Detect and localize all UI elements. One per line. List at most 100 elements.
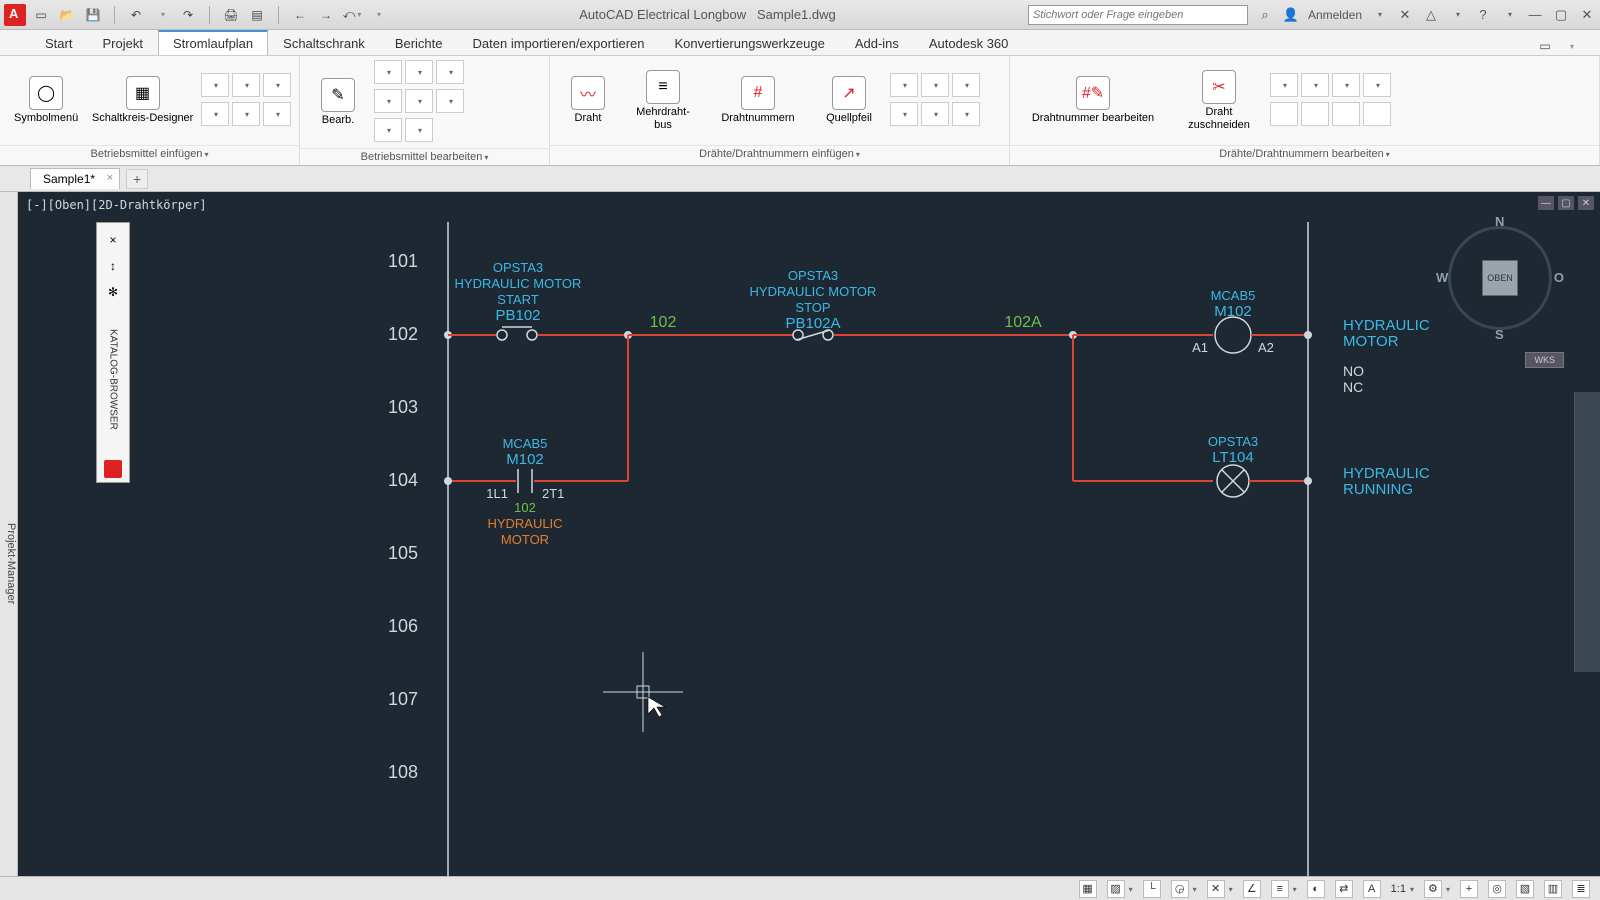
ew-s6[interactable] xyxy=(1301,102,1329,126)
edit-s7[interactable] xyxy=(374,118,402,142)
ew-s3[interactable] xyxy=(1332,73,1360,97)
edit-wirenumber-button[interactable]: #✎Drahtnummer bearbeiten xyxy=(1018,63,1168,139)
edit-s1[interactable] xyxy=(374,60,402,84)
polar-dropdown[interactable] xyxy=(1191,883,1197,895)
ew-s7[interactable] xyxy=(1332,102,1360,126)
doc-tab-close-icon[interactable]: × xyxy=(107,172,113,184)
ortho-icon[interactable]: └ xyxy=(1143,880,1161,898)
edit-s8[interactable] xyxy=(405,118,433,142)
panel-wires-title[interactable]: Drähte/Drahtnummern einfügen xyxy=(550,145,1009,165)
signin-link[interactable]: Anmelden xyxy=(1308,8,1362,22)
isolate-icon[interactable]: ◎ xyxy=(1488,880,1506,898)
doc-tab-sample1[interactable]: Sample1* × xyxy=(30,168,120,189)
qat-more[interactable] xyxy=(369,6,387,24)
a360-icon[interactable]: △ xyxy=(1422,6,1440,24)
new-icon[interactable]: ▭ xyxy=(32,6,50,24)
ins-btn-2[interactable] xyxy=(232,73,260,97)
trim-wire-button[interactable]: ✂Draht zuschneiden xyxy=(1174,63,1264,139)
minimize-icon[interactable]: — xyxy=(1526,6,1544,24)
panel-vis-dropdown[interactable] xyxy=(1562,37,1580,55)
wire-s5[interactable] xyxy=(921,102,949,126)
schematic-svg[interactable]: 101 102 103 104 105 106 107 108 OPSTA3 H… xyxy=(18,192,1600,876)
ew-s8[interactable] xyxy=(1363,102,1391,126)
batch-icon[interactable]: ▤ xyxy=(248,6,266,24)
edit-button[interactable]: ✎ Bearb. xyxy=(308,64,368,140)
ew-s4[interactable] xyxy=(1363,73,1391,97)
edit-s4[interactable] xyxy=(374,89,402,113)
user-icon[interactable]: 👤 xyxy=(1282,6,1300,24)
save-icon[interactable]: 💾 xyxy=(84,6,102,24)
ins-btn-5[interactable] xyxy=(232,102,260,126)
ins-btn-4[interactable] xyxy=(201,102,229,126)
edit-s5[interactable] xyxy=(405,89,433,113)
edit-s2[interactable] xyxy=(405,60,433,84)
prev-icon[interactable]: ← xyxy=(291,6,309,24)
exchange-icon[interactable]: ✕ xyxy=(1396,6,1414,24)
hardware-icon[interactable]: ▧ xyxy=(1516,880,1534,898)
tab-start[interactable]: Start xyxy=(30,31,87,55)
circuit-designer-button[interactable]: ▦ Schaltkreis-Designer xyxy=(90,63,195,139)
tab-addins[interactable]: Add-ins xyxy=(840,31,914,55)
transparency-icon[interactable]: ◐ xyxy=(1307,880,1325,898)
edit-s6[interactable] xyxy=(436,89,464,113)
clean-icon[interactable]: ▥ xyxy=(1544,880,1562,898)
ew-s2[interactable] xyxy=(1301,73,1329,97)
undo-icon[interactable]: ↶ xyxy=(127,6,145,24)
wire-s1[interactable] xyxy=(890,73,918,97)
new-doc-tab[interactable]: + xyxy=(126,169,148,189)
gear-dropdown[interactable] xyxy=(1444,883,1450,895)
symbolmenu-button[interactable]: ◯ Symbolmenü xyxy=(8,63,84,139)
edit-s3[interactable] xyxy=(436,60,464,84)
tab-projekt[interactable]: Projekt xyxy=(87,31,157,55)
drawing-canvas[interactable]: [-][Oben][2D-Drahtkörper] — ▢ ✕ × ↕ ✻ KA… xyxy=(18,192,1600,876)
source-arrow-button[interactable]: ↗Quellpfeil xyxy=(814,63,884,139)
signin-dropdown[interactable] xyxy=(1370,6,1388,24)
ins-btn-1[interactable] xyxy=(201,73,229,97)
lineweight-dropdown[interactable] xyxy=(1291,883,1297,895)
multiwire-button[interactable]: ≡Mehrdraht- bus xyxy=(624,63,702,139)
tab-berichte[interactable]: Berichte xyxy=(380,31,458,55)
tab-schaltschrank[interactable]: Schaltschrank xyxy=(268,31,380,55)
help-icon[interactable]: ? xyxy=(1474,6,1492,24)
ins-btn-3[interactable] xyxy=(263,73,291,97)
ew-s5[interactable] xyxy=(1270,102,1298,126)
snap-icon[interactable]: ▨ xyxy=(1107,880,1125,898)
snap-dropdown[interactable] xyxy=(1127,883,1133,895)
print-icon[interactable]: 🖨 xyxy=(222,6,240,24)
grid-icon[interactable]: ▦ xyxy=(1079,880,1097,898)
next-icon[interactable]: → xyxy=(317,6,335,24)
polar-icon[interactable]: ◶ xyxy=(1171,880,1189,898)
customize-icon[interactable]: ≣ xyxy=(1572,880,1590,898)
redo-icon[interactable]: ↷ xyxy=(179,6,197,24)
otrack-icon[interactable]: ∠ xyxy=(1243,880,1261,898)
osnap-dropdown[interactable] xyxy=(1227,883,1233,895)
selection-cycling-icon[interactable]: ⇄ xyxy=(1335,880,1353,898)
panel-editwires-title[interactable]: Drähte/Drahtnummern bearbeiten xyxy=(1010,145,1599,165)
infocenter-icon[interactable]: ⌕ xyxy=(1256,6,1274,24)
ins-btn-6[interactable] xyxy=(263,102,291,126)
undo-dropdown[interactable] xyxy=(153,6,171,24)
panel-insert-title[interactable]: Betriebsmittel einfügen xyxy=(0,145,299,165)
tab-daten[interactable]: Daten importieren/exportieren xyxy=(458,31,660,55)
scale-display[interactable]: 1:1 xyxy=(1391,883,1414,895)
maximize-icon[interactable]: ▢ xyxy=(1552,6,1570,24)
ew-s1[interactable] xyxy=(1270,73,1298,97)
open-icon[interactable]: 📂 xyxy=(58,6,76,24)
panel-edit-title[interactable]: Betriebsmittel bearbeiten xyxy=(300,148,549,165)
annotation-icon[interactable]: A xyxy=(1363,880,1381,898)
help-dropdown[interactable] xyxy=(1500,6,1518,24)
gear-icon[interactable]: ⚙ xyxy=(1424,880,1442,898)
tab-autodesk360[interactable]: Autodesk 360 xyxy=(914,31,1024,55)
a360-dropdown[interactable] xyxy=(1448,6,1466,24)
wire-s2[interactable] xyxy=(921,73,949,97)
app-icon[interactable] xyxy=(4,4,26,26)
close-icon[interactable]: ✕ xyxy=(1578,6,1596,24)
wire-s6[interactable] xyxy=(952,102,980,126)
project-manager-tab[interactable]: Projekt-Manager xyxy=(0,192,18,876)
wire-s3[interactable] xyxy=(952,73,980,97)
wire-button[interactable]: 〰Draht xyxy=(558,63,618,139)
panel-vis-icon[interactable]: ▭ xyxy=(1536,37,1554,55)
lineweight-icon[interactable]: ≡ xyxy=(1271,880,1289,898)
project-nav-icon[interactable]: ⤺ xyxy=(343,6,361,24)
tab-stromlaufplan[interactable]: Stromlaufplan xyxy=(158,30,268,55)
